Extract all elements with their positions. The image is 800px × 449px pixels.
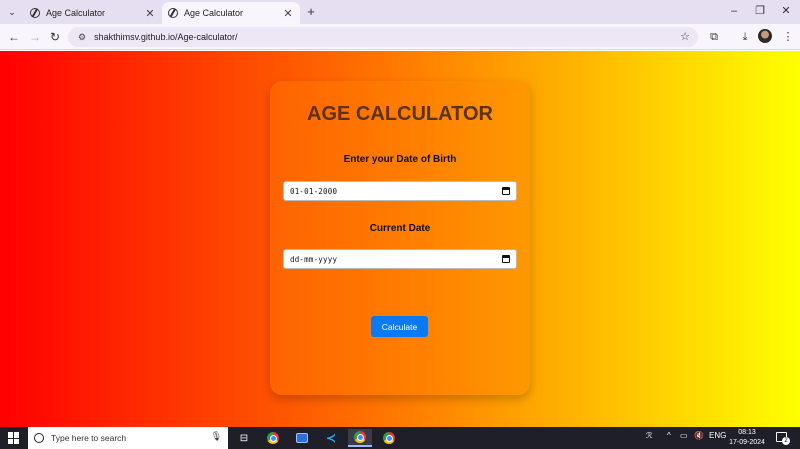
page-title: AGE CALCULATOR [307,103,493,125]
search-icon [34,433,44,443]
page-background: AGE CALCULATOR Enter your Date of Birth … [0,51,800,427]
reload-icon[interactable]: ↻ [47,29,63,45]
vscode-taskbar-icon[interactable]: ≺ [319,429,343,447]
tab-close-icon[interactable]: ✕ [144,7,156,20]
new-tab-button[interactable]: + [304,4,318,20]
downloads-icon[interactable]: ⤓ [737,29,753,45]
tab-favicon-icon [30,8,40,18]
speaker-muted-icon[interactable]: 🔇 [694,431,704,440]
profile-avatar[interactable] [758,29,772,43]
taskbar-clock[interactable]: 08:13 17-09-2024 [726,428,768,448]
tab-age-calculator-2[interactable]: Age Calculator ✕ [162,2,300,24]
clock-date: 17-09-2024 [729,439,765,446]
chevron-up-icon[interactable]: ^ [667,431,671,440]
minimize-button[interactable]: – [725,3,743,19]
bookmark-star-icon[interactable]: ☆ [680,30,690,43]
close-window-button[interactable]: ✕ [777,3,795,19]
notification-count-badge: 2 [782,437,790,445]
tab-favicon-icon [168,8,178,18]
task-view-icon[interactable]: ⊟ [232,429,256,447]
taskbar-search-input[interactable]: Type here to search 🎙 [28,427,228,449]
people-tray-icon[interactable]: ℛ [646,431,652,440]
tab-title: Age Calculator [46,8,106,18]
windows-start-icon[interactable] [8,432,20,444]
tab-age-calculator-1[interactable]: Age Calculator ✕ [24,2,162,24]
chrome-active-taskbar-icon[interactable] [348,429,372,447]
chrome-profile-taskbar-icon[interactable] [377,429,401,447]
extensions-icon[interactable]: ⧉ [706,29,722,45]
back-arrow-icon[interactable]: ← [6,29,22,45]
clock-time: 08:13 [738,429,756,436]
current-date-label: Current Date [369,223,431,234]
current-date-input[interactable]: dd-mm-yyyy [283,249,517,269]
photos-taskbar-icon[interactable] [290,429,314,447]
calculator-card: AGE CALCULATOR Enter your Date of Birth … [270,81,530,395]
restore-button[interactable]: ❐ [751,3,769,19]
dob-date-input[interactable]: 01-01-2000 [283,181,517,201]
calendar-icon[interactable] [502,255,510,263]
tab-title: Age Calculator [184,8,244,18]
search-placeholder: Type here to search [51,433,127,443]
menu-kebab-icon[interactable]: ⋮ [780,29,796,45]
language-indicator[interactable]: ENG [709,431,726,440]
windows-taskbar: Type here to search 🎙 ⊟ ≺ ℛ ^ ▭ 🔇 ENG 08… [0,427,800,449]
tab-strip: ⌄ Age Calculator ✕ Age Calculator ✕ + – … [0,0,800,24]
current-date-placeholder: dd-mm-yyyy [290,254,338,264]
microphone-icon[interactable]: 🎙 [211,431,222,442]
tab-search-chevron-icon[interactable]: ⌄ [4,4,20,20]
url-text: shakthimsv.github.io/Age-calculator/ [94,32,238,42]
chrome-taskbar-icon[interactable] [261,429,285,447]
browser-toolbar: ← → ↻ ⚙ shakthimsv.github.io/Age-calcula… [0,24,800,50]
calendar-icon[interactable] [502,187,510,195]
dob-label: Enter your Date of Birth [343,154,457,165]
battery-icon[interactable]: ▭ [680,431,688,440]
site-info-icon[interactable]: ⚙ [78,32,86,43]
address-bar[interactable]: ⚙ shakthimsv.github.io/Age-calculator/ ☆ [68,27,698,47]
forward-arrow-icon[interactable]: → [27,29,43,45]
tab-close-icon[interactable]: ✕ [282,7,294,20]
calculate-button[interactable]: Calculate [371,316,428,337]
dob-date-value: 01-01-2000 [290,186,338,196]
